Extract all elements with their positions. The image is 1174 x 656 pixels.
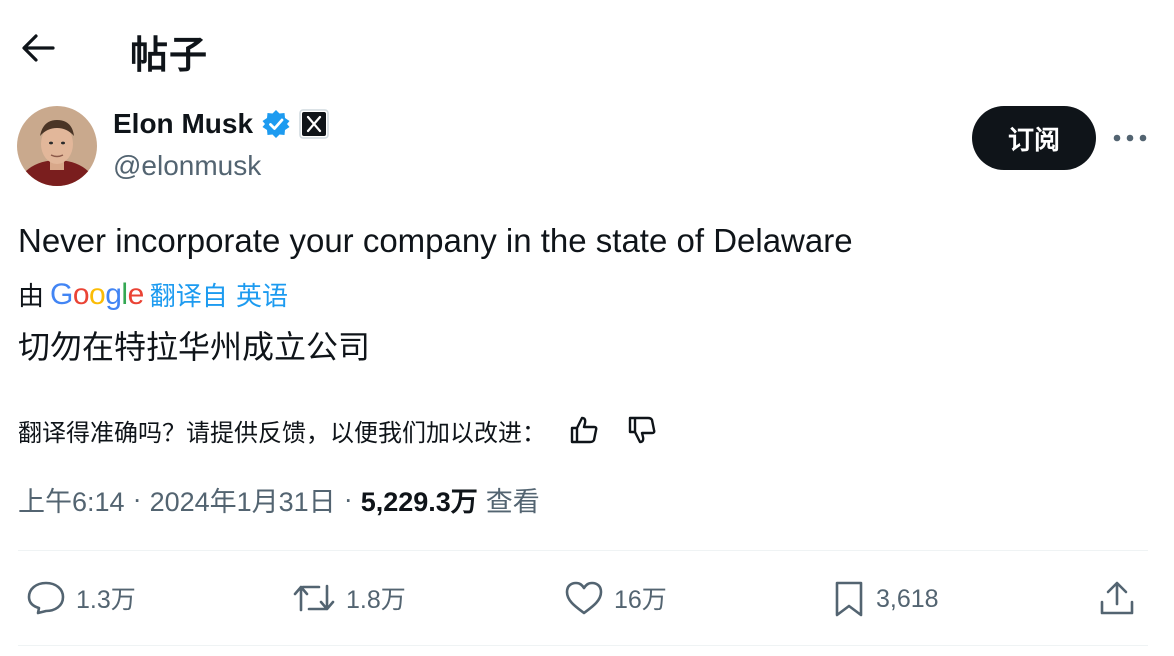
author-handle[interactable]: @elonmusk <box>113 150 261 182</box>
translation-attribution: 由 Google 翻译自 英语 <box>18 276 288 313</box>
verified-badge-icon <box>262 110 290 138</box>
translation-by-prefix: 由 <box>18 282 45 312</box>
google-logo: Google <box>50 277 144 311</box>
tweet-text: Never incorporate your company in the st… <box>18 222 853 259</box>
translated-from-link[interactable]: 翻译自 英语 <box>150 276 288 313</box>
share-button[interactable] <box>1098 580 1136 618</box>
avatar[interactable] <box>17 106 97 186</box>
like-count: 16万 <box>614 586 667 614</box>
translated-text: 切勿在特拉华州成立公司 <box>18 328 371 366</box>
reply-button[interactable]: 1.3万 <box>26 580 136 616</box>
reply-icon <box>27 581 65 615</box>
like-button[interactable]: 16万 <box>564 580 667 616</box>
repost-button[interactable]: 1.8万 <box>292 580 406 616</box>
repost-icon <box>293 584 335 612</box>
thumbs-down-button[interactable] <box>622 410 662 450</box>
thumbs-up-icon <box>570 416 598 444</box>
reply-count: 1.3万 <box>76 586 136 614</box>
page-title: 帖子 <box>130 35 209 77</box>
bookmark-count: 3,618 <box>876 584 939 613</box>
more-options-button[interactable] <box>1110 120 1150 156</box>
thumbs-up-button[interactable] <box>564 410 604 450</box>
x-logo-icon <box>299 109 329 139</box>
tweet-meta: 上午6:14 · 2024年1月31日 · 5,229.3万 查看 <box>18 480 540 519</box>
divider <box>18 550 1148 551</box>
back-button[interactable] <box>18 28 58 68</box>
feedback-prompt: 翻译得准确吗？请提供反馈，以便我们加以改进： <box>18 418 546 447</box>
repost-count: 1.8万 <box>346 586 406 614</box>
divider <box>18 645 1148 646</box>
subscribe-button[interactable]: 订阅 <box>972 106 1096 170</box>
bookmark-icon <box>835 581 863 617</box>
translation-feedback: 翻译得准确吗？请提供反馈，以便我们加以改进： <box>18 410 662 450</box>
heart-icon <box>565 581 603 615</box>
tweet-date[interactable]: 2024年1月31日 <box>150 480 336 519</box>
thumbs-down-icon <box>628 416 656 444</box>
views-label: 查看 <box>485 487 540 517</box>
author-name-row[interactable]: Elon Musk <box>113 108 329 140</box>
author-name[interactable]: Elon Musk <box>113 108 253 140</box>
more-icon <box>1113 134 1147 142</box>
share-icon <box>1100 581 1134 615</box>
arrow-left-icon <box>22 34 55 62</box>
views-count: 5,229.3万 <box>360 487 478 517</box>
action-bar: 1.3万 1.8万 16万 3,618 <box>0 570 1174 630</box>
bookmark-button[interactable]: 3,618 <box>832 580 939 618</box>
tweet-time[interactable]: 上午6:14 <box>18 480 125 519</box>
